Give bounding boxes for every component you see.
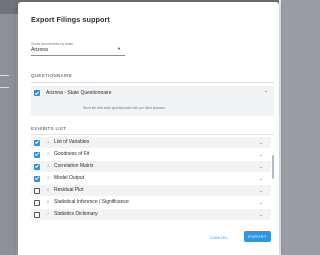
chevron-up-icon[interactable]: ⌃ [264, 90, 268, 96]
chevron-down-icon[interactable]: ⌄ [259, 140, 263, 146]
questionnaire-checkbox[interactable] [34, 90, 40, 96]
exhibit-checkbox[interactable] [34, 151, 40, 158]
exhibit-label: Goodness of Fit [54, 151, 90, 158]
exhibit-number: 2 [47, 152, 50, 156]
exhibit-label: Statistics Dictionary [54, 211, 98, 218]
list-item[interactable]: 2 Goodness of Fit ⌄ [31, 149, 271, 160]
state-select-underline [31, 55, 125, 56]
exhibit-checkbox[interactable] [34, 175, 40, 182]
list-item[interactable]: 6 Statistical Inference / Significance ⌄ [31, 197, 271, 208]
dialog-title: Export Filings support [31, 15, 110, 24]
exhibit-label: Residual Plot [54, 187, 84, 194]
exhibits-scrollbar[interactable] [272, 155, 274, 179]
questionnaire-item[interactable]: Arizona - State Questionnaire ⌃ Word fil… [31, 86, 274, 116]
exhibit-checkbox[interactable] [34, 211, 40, 218]
exhibit-checkbox[interactable] [34, 187, 40, 194]
divider [31, 134, 274, 135]
questionnaire-item-title: Arizona - State Questionnaire [46, 90, 112, 96]
exhibit-number: 6 [47, 200, 50, 204]
exhibit-checkbox[interactable] [34, 199, 40, 206]
exhibit-number: 7 [47, 212, 50, 216]
app-sidebar-background [0, 14, 16, 255]
exhibit-number: 1 [47, 140, 50, 144]
questionnaire-item-description: Word file with state questionnaire with … [83, 106, 166, 110]
exhibit-number: 4 [47, 176, 50, 180]
sidebar-item-marker [0, 87, 9, 88]
chevron-down-icon[interactable]: ⌄ [259, 200, 263, 206]
exhibit-number: 3 [47, 164, 50, 168]
list-item[interactable]: 3 Correlation Matrix ⌄ [31, 161, 271, 172]
list-item[interactable]: 4 Model Output ⌄ [31, 173, 271, 184]
caret-down-icon[interactable]: ▼ [117, 46, 121, 51]
export-button[interactable]: EXPORT [244, 231, 271, 242]
exhibit-label: Statistical Inference / Significance [54, 199, 129, 206]
app-background-edge [279, 0, 281, 255]
state-select-value[interactable]: Arizona [31, 47, 48, 53]
chevron-down-icon[interactable]: ⌄ [259, 176, 263, 182]
questionnaire-header: QUESTIONNAIRE [31, 73, 73, 78]
exhibit-checkbox[interactable] [34, 139, 40, 146]
chevron-down-icon[interactable]: ⌄ [259, 152, 263, 158]
exhibit-label: List of Variables [54, 139, 90, 146]
exhibit-label: Correlation Matrix [54, 163, 94, 170]
exhibit-checkbox[interactable] [34, 163, 40, 170]
exhibit-number: 5 [47, 188, 50, 192]
divider [31, 82, 274, 83]
exhibit-label: Model Output [54, 175, 85, 182]
cancel-button[interactable]: CANCEL [210, 235, 228, 240]
chevron-down-icon[interactable]: ⌄ [259, 188, 263, 194]
chevron-down-icon[interactable]: ⌄ [259, 212, 263, 218]
list-item[interactable]: 5 Residual Plot ⌄ [31, 185, 271, 196]
state-select-label: Show documents by state [31, 42, 74, 46]
exhibits-header: EXHIBITS LIST [31, 126, 67, 131]
exhibits-list[interactable]: 1 List of Variables ⌄ 2 Goodness of Fit … [31, 137, 274, 221]
list-item[interactable]: 7 Statistics Dictionary ⌄ [31, 209, 271, 220]
chevron-down-icon[interactable]: ⌄ [259, 164, 263, 170]
list-item[interactable]: 1 List of Variables ⌄ [31, 137, 271, 148]
sidebar-item-marker [0, 75, 9, 76]
export-dialog: Export Filings support Show documents by… [18, 2, 279, 255]
